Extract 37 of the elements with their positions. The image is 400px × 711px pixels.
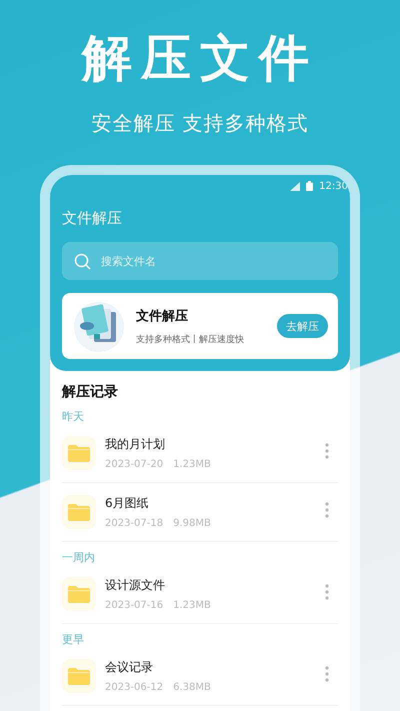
file-size: 9.98MB xyxy=(173,518,211,529)
file-item[interactable]: 6月图纸 2023-07-18 9.98MB xyxy=(62,483,338,542)
search-icon xyxy=(74,252,91,270)
group-label: 昨天 xyxy=(62,409,85,424)
document-drawing xyxy=(72,299,126,353)
app-title: 文件解压 xyxy=(62,209,123,228)
headline: 解压文件 xyxy=(82,28,318,89)
folder-icon xyxy=(67,444,91,462)
folder-icon xyxy=(67,666,91,686)
file-name: 我的月计划 xyxy=(105,436,166,453)
file-size: 1.23MB xyxy=(173,459,211,470)
group-label: 更早 xyxy=(62,632,85,647)
file-name: 设计源文件 xyxy=(105,577,166,594)
card-title: 文件解压 xyxy=(136,308,189,324)
file-date: 2023-07-18 xyxy=(105,518,164,529)
subtitle: 安全解压 支持多种格式 xyxy=(91,110,309,137)
file-date: 2023-06-12 xyxy=(105,682,164,693)
more-icon[interactable] xyxy=(324,442,330,460)
battery-icon xyxy=(306,181,314,191)
file-size: 1.23MB xyxy=(173,600,211,611)
signal-icon xyxy=(290,182,300,190)
folder-icon xyxy=(67,502,91,522)
more-icon[interactable] xyxy=(324,501,330,519)
more-icon[interactable] xyxy=(324,665,330,683)
file-size: 6.38MB xyxy=(173,682,211,693)
file-date: 2023-07-20 xyxy=(105,459,164,470)
folder-icon xyxy=(67,584,91,604)
more-icon[interactable] xyxy=(324,583,330,601)
file-item[interactable]: 会议记录 2023-06-12 6.38MB xyxy=(62,647,338,706)
group-label: 一周内 xyxy=(62,550,96,565)
file-name: 会议记录 xyxy=(105,659,154,676)
file-item[interactable]: 我的月计划 2023-07-20 1.23MB xyxy=(62,424,338,483)
file-name: 6月图纸 xyxy=(105,495,150,512)
section-title: 解压记录 xyxy=(62,383,119,401)
file-date: 2023-07-16 xyxy=(105,600,164,611)
file-item[interactable]: 设计源文件 2023-07-16 1.23MB xyxy=(62,565,338,624)
card-description: 支持多种格式丨解压速度快 xyxy=(136,334,245,346)
